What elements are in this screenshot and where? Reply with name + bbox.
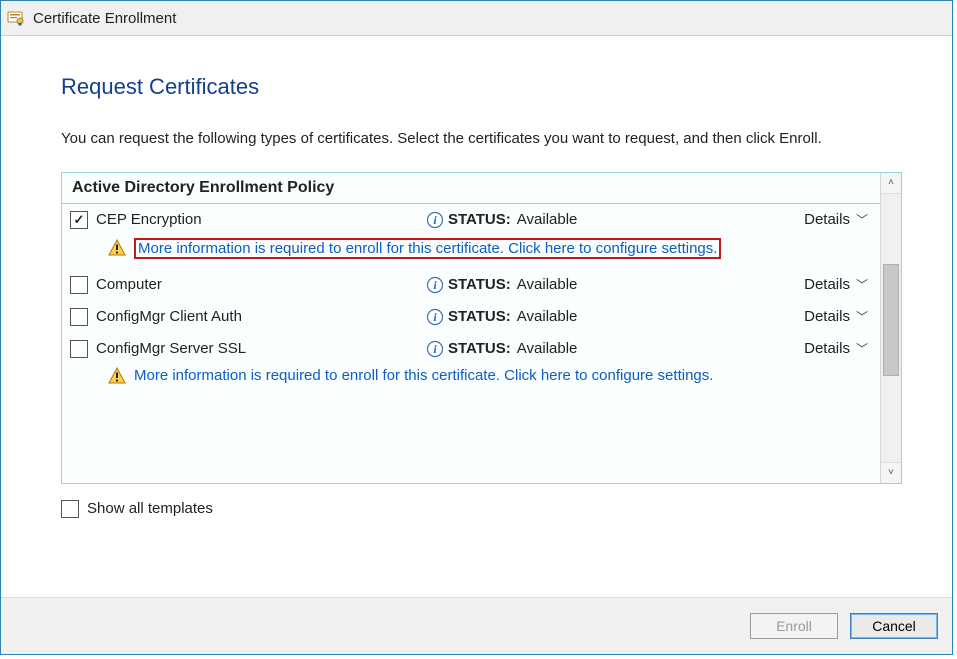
cert-checkbox[interactable] — [70, 276, 88, 294]
cert-status: iSTATUS: Available — [426, 340, 804, 358]
cert-row: ConfigMgr Server SSLiSTATUS: Available Det… — [62, 333, 880, 365]
show-all-row: Show all templates — [61, 500, 902, 518]
show-all-label: Show all templates — [87, 500, 213, 517]
cert-checkbox[interactable] — [70, 211, 88, 229]
cert-name: ConfigMgr Client Auth — [96, 308, 426, 325]
chevron-down-icon: ﹀ — [856, 340, 868, 357]
warning-icon — [108, 239, 126, 257]
cert-name: Computer — [96, 276, 426, 293]
status-label: STATUS: — [448, 276, 511, 293]
scroll-thumb[interactable] — [883, 264, 899, 376]
certificate-list: Active Directory Enrollment Policy CEP E… — [61, 172, 902, 484]
details-toggle[interactable]: Details ﹀ — [804, 276, 870, 293]
details-label: Details — [804, 340, 850, 357]
details-label: Details — [804, 276, 850, 293]
content-area: Request Certificates You can request the… — [1, 36, 952, 597]
info-icon: i — [426, 276, 444, 294]
scrollbar[interactable]: ˄ ˅ — [880, 173, 901, 483]
scroll-track[interactable] — [881, 194, 901, 462]
details-label: Details — [804, 308, 850, 325]
configure-link[interactable]: More information is required to enroll f… — [134, 238, 721, 259]
enroll-button[interactable]: Enroll — [750, 613, 838, 639]
status-label: STATUS: — [448, 340, 511, 357]
cert-row: ComputeriSTATUS: Available Details ﹀ — [62, 269, 880, 301]
chevron-down-icon: ﹀ — [856, 308, 868, 325]
cancel-button[interactable]: Cancel — [850, 613, 938, 639]
status-label: STATUS: — [448, 211, 511, 228]
details-toggle[interactable]: Details ﹀ — [804, 211, 870, 228]
details-toggle[interactable]: Details ﹀ — [804, 340, 870, 357]
chevron-down-icon: ﹀ — [856, 276, 868, 293]
cert-row: CEP EncryptioniSTATUS: Available Details ﹀ — [62, 204, 880, 236]
cert-warning-row: More information is required to enroll f… — [62, 365, 880, 395]
cert-warning-row: More information is required to enroll f… — [62, 236, 880, 269]
cert-name: CEP Encryption — [96, 211, 426, 228]
info-icon: i — [426, 211, 444, 229]
info-icon: i — [426, 340, 444, 358]
status-label: STATUS: — [448, 308, 511, 325]
intro-text: You can request the following types of c… — [61, 128, 902, 150]
details-toggle[interactable]: Details ﹀ — [804, 308, 870, 325]
status-value: Available — [517, 276, 578, 293]
policy-header: Active Directory Enrollment Policy — [62, 173, 880, 204]
chevron-down-icon: ﹀ — [856, 211, 868, 228]
info-icon: i — [426, 308, 444, 326]
page-heading: Request Certificates — [61, 74, 902, 100]
titlebar: Certificate Enrollment — [1, 1, 952, 36]
cert-checkbox[interactable] — [70, 340, 88, 358]
status-value: Available — [517, 211, 578, 228]
window-title: Certificate Enrollment — [33, 10, 176, 27]
certificate-icon — [7, 9, 25, 27]
details-label: Details — [804, 211, 850, 228]
scroll-down-button[interactable]: ˅ — [881, 462, 901, 483]
cert-name: ConfigMgr Server SSL — [96, 340, 426, 357]
scroll-up-button[interactable]: ˄ — [881, 173, 901, 194]
button-bar: Enroll Cancel — [1, 597, 952, 654]
cert-status: iSTATUS: Available — [426, 211, 804, 229]
cert-row: ConfigMgr Client AuthiSTATUS: Available De… — [62, 301, 880, 333]
cert-status: iSTATUS: Available — [426, 276, 804, 294]
dialog-window: Certificate Enrollment Request Certifica… — [0, 0, 953, 655]
configure-link[interactable]: More information is required to enroll f… — [134, 367, 713, 384]
cert-status: iSTATUS: Available — [426, 308, 804, 326]
show-all-checkbox[interactable] — [61, 500, 79, 518]
warning-icon — [108, 367, 126, 385]
certificate-list-inner: Active Directory Enrollment Policy CEP E… — [62, 173, 880, 483]
status-value: Available — [517, 340, 578, 357]
status-value: Available — [517, 308, 578, 325]
cert-checkbox[interactable] — [70, 308, 88, 326]
